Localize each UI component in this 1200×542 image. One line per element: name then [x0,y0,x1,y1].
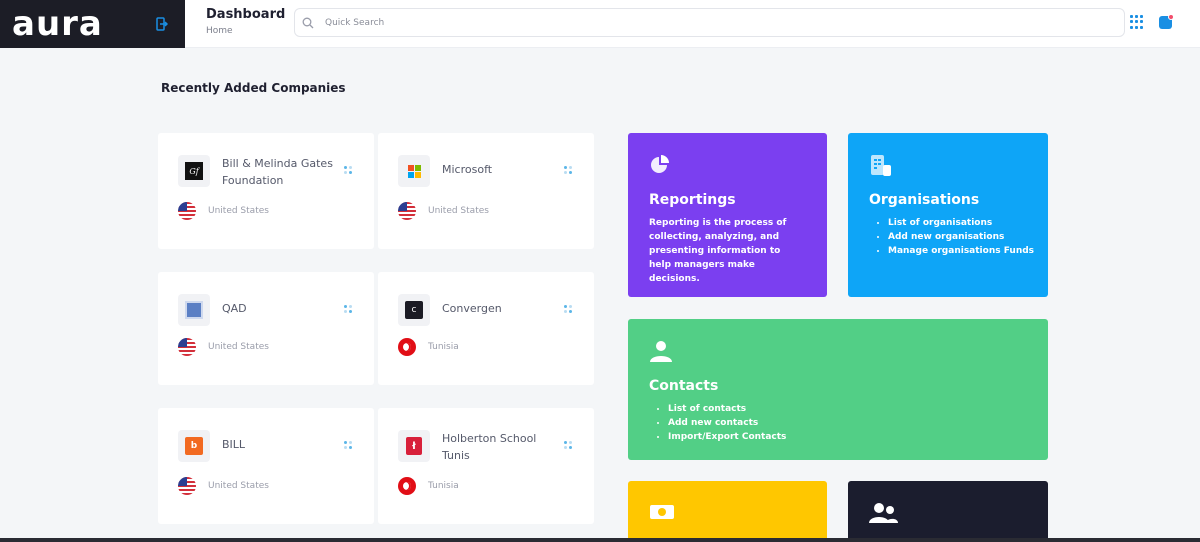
more-options-icon[interactable] [344,166,352,174]
company-country: Tunisia [428,481,459,491]
more-options-icon[interactable] [344,441,352,449]
company-card[interactable]: c Convergen Tunisia [378,272,594,385]
menu-item-list-contacts[interactable]: List of contacts [668,402,786,416]
search-input[interactable] [325,17,1105,28]
user-icon [649,339,673,367]
company-name[interactable]: Holberton School Tunis [442,430,562,464]
tile-title: Contacts [649,378,719,394]
users-icon [869,501,899,529]
page-title: Dashboard [206,7,286,22]
company-country: Tunisia [428,342,459,352]
organisations-menu: List of organisations Add new organisati… [888,216,1034,258]
us-flag-icon [178,338,196,356]
menu-item-import-export-contacts[interactable]: Import/Export Contacts [668,430,786,444]
tunisia-flag-icon [398,338,416,356]
company-name[interactable]: Microsoft [442,161,562,178]
company-name[interactable]: QAD [222,300,342,317]
company-card[interactable]: Microsoft United States [378,133,594,249]
company-card[interactable]: ł Holberton School Tunis Tunisia [378,408,594,524]
section-title: Recently Added Companies [161,81,346,95]
more-options-icon[interactable] [564,166,572,174]
company-card[interactable]: b BILL United States [158,408,374,524]
tile-title: Organisations [869,192,980,208]
company-card[interactable]: QAD United States [158,272,374,385]
company-name[interactable]: Convergen [442,300,562,317]
more-options-icon[interactable] [344,305,352,313]
logo-area: aura [0,0,185,48]
users-tile[interactable] [848,481,1048,542]
company-name[interactable]: Bill & Melinda Gates Foundation [222,155,342,189]
menu-item-add-contacts[interactable]: Add new contacts [668,416,786,430]
company-country: United States [428,206,489,216]
menu-item-list-organisations[interactable]: List of organisations [888,216,1034,230]
microsoft-logo-icon [398,155,430,187]
contacts-tile[interactable]: Contacts List of contacts Add new contac… [628,319,1048,460]
bottom-edge [0,538,1200,542]
pie-chart-icon [649,154,671,180]
notification-icon[interactable] [1159,14,1174,29]
tile-description: Reporting is the process of collecting, … [649,218,787,284]
tunisia-flag-icon [398,477,416,495]
money-icon [649,503,675,525]
holberton-logo-icon: ł [398,430,430,462]
more-options-icon[interactable] [564,441,572,449]
gf-logo-icon: Gf [178,155,210,187]
reportings-tile[interactable]: Reportings Reporting is the process of c… [628,133,827,297]
organisation-list-icon [869,154,893,182]
company-card[interactable]: Gf Bill & Melinda Gates Foundation Unite… [158,133,374,249]
app-logo[interactable]: aura [12,7,103,41]
us-flag-icon [178,202,196,220]
breadcrumb[interactable]: Home [206,26,233,36]
bill-logo-icon: b [178,430,210,462]
us-flag-icon [178,477,196,495]
qad-logo-icon [178,294,210,326]
us-flag-icon [398,202,416,220]
menu-item-add-organisations[interactable]: Add new organisations [888,230,1034,244]
search-bar[interactable] [294,8,1125,37]
company-name[interactable]: BILL [222,436,342,453]
funds-tile[interactable] [628,481,827,542]
company-country: United States [208,481,269,491]
company-country: United States [208,342,269,352]
more-options-icon[interactable] [564,305,572,313]
company-country: United States [208,206,269,216]
contacts-menu: List of contacts Add new contacts Import… [668,402,786,444]
sidebar-toggle-icon[interactable] [152,14,172,34]
menu-item-manage-funds[interactable]: Manage organisations Funds [888,244,1034,258]
apps-grid-icon[interactable] [1130,15,1144,29]
top-bar: Dashboard Home [185,0,1200,48]
organisations-tile[interactable]: Organisations List of organisations Add … [848,133,1048,297]
search-icon [300,15,316,31]
tile-title: Reportings [649,192,736,208]
convergen-logo-icon: c [398,294,430,326]
